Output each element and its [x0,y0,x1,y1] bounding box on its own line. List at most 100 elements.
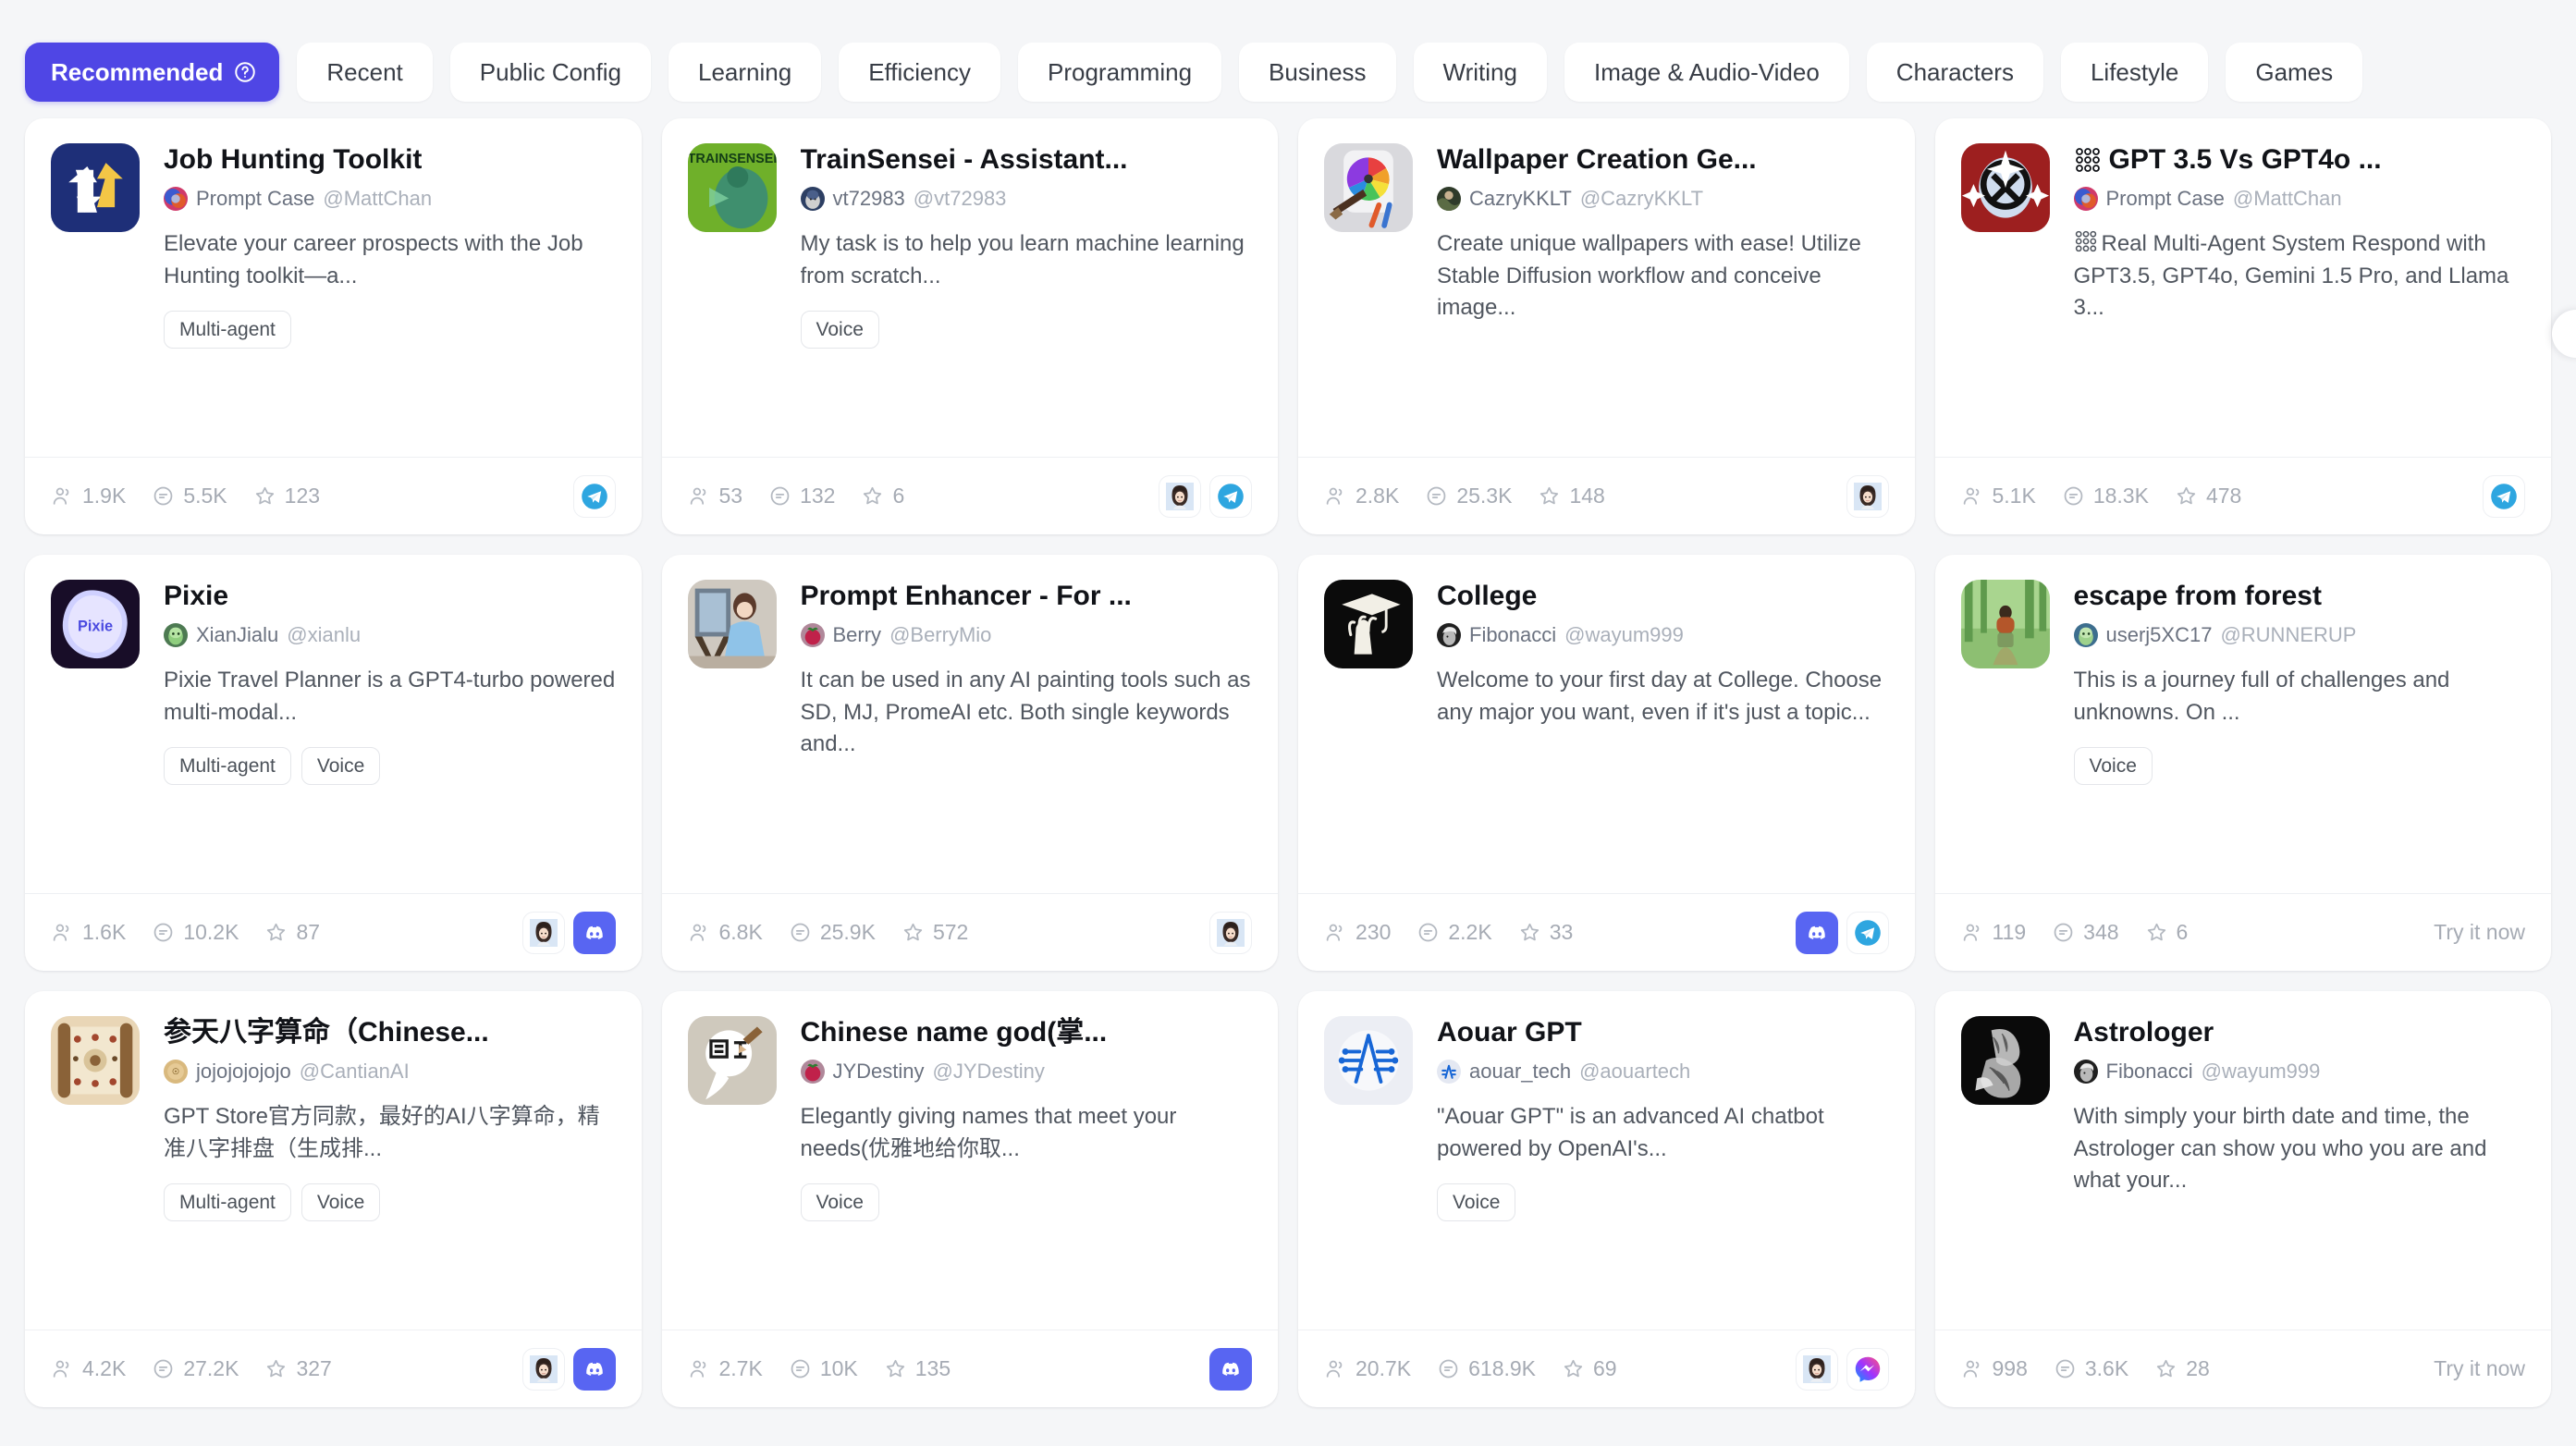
agent-author[interactable]: aouar_tech @aouartech [1437,1060,1889,1084]
question-circle-icon[interactable] [233,60,257,84]
tab-learning[interactable]: Learning [668,43,822,102]
agent-card[interactable]: Pixie Pixie XianJialu @xianlu Pixie Travel P… [25,555,642,971]
agent-tag[interactable]: Multi-agent [164,747,291,786]
agent-author[interactable]: ☉ jojojojojojo @CantianAI [164,1060,616,1084]
star-icon [902,921,925,944]
author-name: Fibonacci [2105,1060,2193,1084]
author-name: aouar_tech [1469,1060,1572,1084]
pixie-icon: Pixie [51,580,140,668]
agent-card[interactable]: Chinese name god(掌... JYDestiny @JYDestiny… [661,991,1278,1407]
tab-image-audio-video[interactable]: Image & Audio-Video [1564,43,1849,102]
agent-title-text: escape from forest [2073,581,2322,611]
agent-title: 参天八字算命（Chinese... [164,1016,616,1048]
agent-author[interactable]: JYDestiny @JYDestiny [800,1060,1253,1084]
agent-tag[interactable]: Voice [301,747,381,786]
agent-tag[interactable]: Multi-agent [164,311,291,349]
tab-efficiency[interactable]: Efficiency [839,43,1000,102]
stars-count: 148 [1569,484,1605,508]
tab-lifestyle[interactable]: Lifestyle [2060,43,2209,102]
agent-title-text: TrainSensei - Assistant... [800,144,1128,175]
users-icon [1324,921,1347,944]
try-it-now-button[interactable]: Try it now [2434,1356,2525,1381]
agent-card-footer: 998 3.6K 28 Try it now [1934,1330,2551,1407]
users-count: 4.2K [82,1356,127,1380]
agent-tag[interactable]: Voice [2073,747,2153,786]
stars-count: 69 [1593,1356,1617,1380]
tab-label: Recent [326,57,403,86]
star-icon [2145,921,2168,944]
agent-author[interactable]: vt72983 @vt72983 [800,187,1253,212]
tab-writing[interactable]: Writing [1413,43,1547,102]
agent-description: It can be used in any AI painting tools … [801,665,1253,760]
tab-business[interactable]: Business [1239,43,1396,102]
agent-tag[interactable]: Voice [301,1183,381,1222]
agent-tag[interactable]: Voice [800,311,879,349]
agent-stats: 4.2K 27.2K 327 [51,1356,332,1381]
tab-games[interactable]: Games [2226,43,2363,102]
agent-stats: 119 348 6 [1961,920,2188,945]
agent-title: Chinese name god(掌... [801,1016,1253,1048]
stat-stars: 123 [253,484,320,509]
agent-author[interactable]: Fibonacci @wayum999 [2073,1060,2526,1084]
agent-author[interactable]: Prompt Case @MattChan [2073,187,2526,212]
tab-public-config[interactable]: Public Config [449,43,651,102]
avatar-girl-icon[interactable] [1159,474,1201,518]
agent-card[interactable]: Job Hunting Toolkit Prompt Case @MattChan E… [25,118,642,534]
agent-card[interactable]: Astrologer Fibonacci @wayum999 With simply … [1934,991,2551,1407]
tab-recommended[interactable]: Recommended [25,43,280,102]
avatar-girl-icon[interactable] [521,911,565,954]
try-it-now-button[interactable]: Try it now [2434,920,2525,945]
messenger-icon[interactable] [1846,1347,1889,1391]
agent-card-header: Astrologer Fibonacci @wayum999 With simply … [1960,1016,2526,1196]
agent-author[interactable]: Fibonacci @wayum999 [1437,623,1889,648]
agent-card[interactable]: Prompt Enhancer - For ... Berry @BerryMio I… [661,555,1278,971]
agent-card-header: GPT 3.5 Vs GPT4o ... Prompt Case @MattChan… [1960,143,2526,324]
agent-card-header: Chinese name god(掌... JYDestiny @JYDestiny… [687,1016,1253,1222]
stars-count: 327 [296,1356,332,1380]
tab-recent[interactable]: Recent [297,43,433,102]
agent-card[interactable]: Wallpaper Creation Ge... CazryKKLT @CazryK… [1298,118,1915,534]
telegram-icon[interactable] [572,474,616,518]
avatar-girl-icon[interactable] [1795,1347,1838,1391]
agent-author[interactable]: XianJialu @xianlu [164,623,616,648]
discord-icon[interactable] [572,1347,616,1391]
agent-card[interactable]: escape from forest userj5XC17 @RUNNERUP Thi… [1934,555,2551,971]
telegram-icon[interactable] [1209,474,1252,518]
telegram-icon[interactable] [2483,474,2525,518]
avatar-girl-icon[interactable] [1846,474,1889,518]
chat-icon [152,1357,175,1380]
agent-author[interactable]: CazryKKLT @CazryKKLT [1437,187,1889,212]
agent-title-text: Pixie [164,581,229,611]
agent-card[interactable]: TRAINSENSEI TrainSensei - Assistant... vt7… [661,118,1278,534]
agent-tag-list: Voice [1437,1183,1889,1222]
tab-characters[interactable]: Characters [1866,43,2043,102]
stat-stars: 135 [884,1356,951,1381]
avatar-girl-icon[interactable] [1209,911,1252,954]
stat-chats: 2.2K [1417,920,1492,945]
agent-tag[interactable]: Multi-agent [164,1183,291,1222]
agent-card[interactable]: College Fibonacci @wayum999 Welcome to your… [1298,555,1915,971]
category-tab-bar[interactable]: Recommended Recent Public Config Learning Ef… [0,0,2576,118]
agent-description: Elegantly giving names that meet your ne… [801,1101,1253,1165]
agent-card[interactable]: 参天八字算命（Chinese... ☉ jojojojojojo @CantianAI… [25,991,642,1407]
discord-icon[interactable] [1795,911,1838,954]
users-count: 230 [1355,920,1392,944]
stat-chats: 18.3K [2062,484,2149,509]
userj5xc17-avatar [2073,623,2098,648]
agent-card[interactable]: GPT 3.5 Vs GPT4o ... Prompt Case @MattChan… [1934,118,2551,534]
stars-count: 572 [932,920,969,944]
discord-icon[interactable] [1209,1347,1252,1391]
agent-author[interactable]: Berry @BerryMio [800,623,1253,648]
telegram-icon[interactable] [1846,911,1889,954]
agent-author[interactable]: Prompt Case @MattChan [164,187,616,212]
discord-icon[interactable] [572,911,616,954]
agent-tag[interactable]: Voice [1437,1183,1516,1222]
stars-count: 478 [2205,484,2242,508]
agent-card[interactable]: Aouar GPT aouar_tech @aouartech "Aouar GPT"… [1298,991,1915,1407]
stat-chats: 25.3K [1425,484,1512,509]
avatar-girl-icon[interactable] [521,1347,565,1391]
agent-author[interactable]: userj5XC17 @RUNNERUP [2073,623,2526,648]
author-handle: @MattChan [2232,187,2342,211]
agent-tag[interactable]: Voice [800,1183,879,1222]
tab-programming[interactable]: Programming [1017,43,1222,102]
